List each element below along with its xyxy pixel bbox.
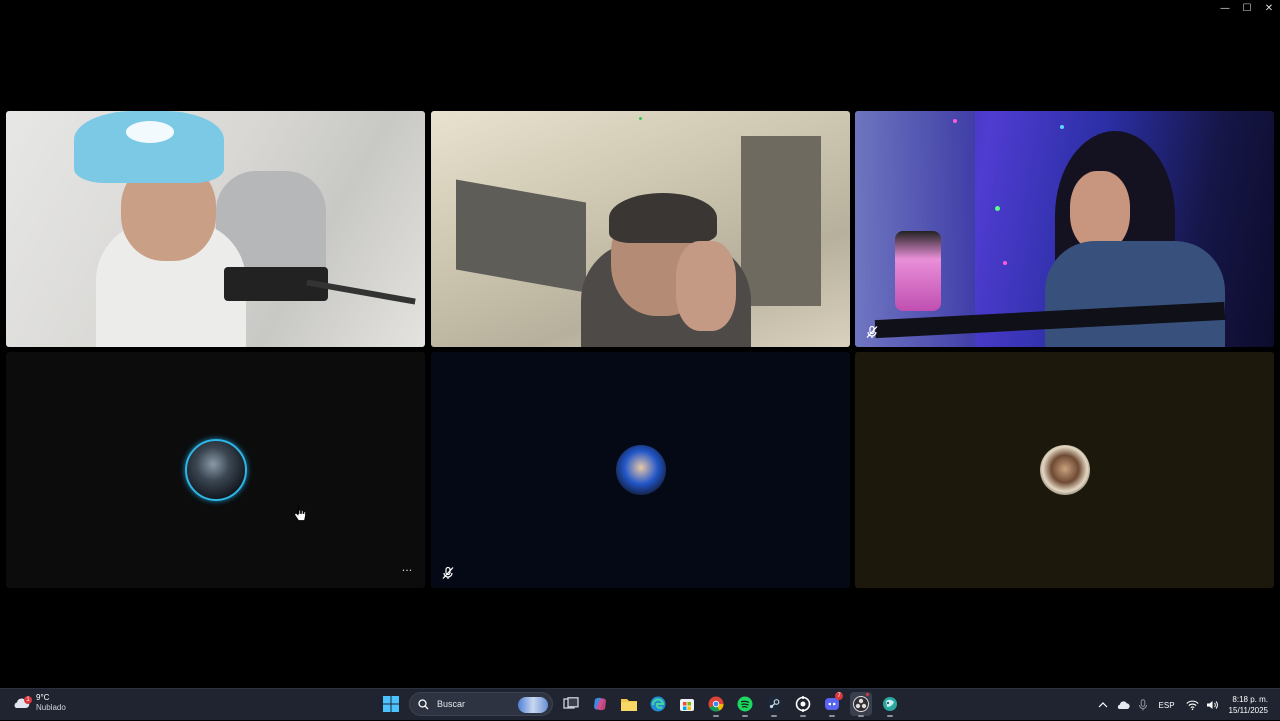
taskbar-apps: Buscar 7 xyxy=(380,692,901,717)
hand-cursor-icon xyxy=(294,505,306,521)
running-indicator xyxy=(742,715,748,717)
task-view-icon[interactable] xyxy=(560,692,582,716)
taskbar-search[interactable]: Buscar xyxy=(409,692,553,716)
running-indicator xyxy=(829,715,835,717)
chevron-up-icon[interactable] xyxy=(1093,695,1113,715)
participant-grid: ··· xyxy=(6,111,1275,589)
taskbar: 1 9°C Nublado Buscar 7 ESP 8:18 p. m. 15… xyxy=(0,688,1280,720)
onedrive-cloud-icon[interactable] xyxy=(1113,695,1133,715)
participant-avatar xyxy=(1039,445,1090,495)
participant-avatar-tile-4[interactable]: ··· xyxy=(6,352,425,588)
system-tray: ESP 8:18 p. m. 15/11/2025 xyxy=(1093,689,1280,721)
participant-video-tile-1[interactable] xyxy=(6,111,425,347)
search-placeholder: Buscar xyxy=(437,699,466,709)
windows-start-icon[interactable] xyxy=(380,692,402,716)
volume-icon[interactable] xyxy=(1203,695,1223,715)
app-icon[interactable] xyxy=(792,692,814,717)
close-button[interactable]: ✕ xyxy=(1258,0,1280,16)
discord-notification-badge: 7 xyxy=(835,692,843,700)
wifi-icon[interactable] xyxy=(1183,695,1203,715)
participant-avatar-tile-6[interactable] xyxy=(855,352,1274,588)
participant-video-feed xyxy=(855,111,1274,347)
copilot-icon[interactable] xyxy=(589,692,611,716)
edge-icon[interactable] xyxy=(647,692,669,716)
clock-date: 15/11/2025 xyxy=(1228,706,1268,715)
participant-video-tile-2[interactable] xyxy=(431,111,850,347)
microsoft-store-icon[interactable] xyxy=(676,692,698,716)
minimize-button[interactable]: — xyxy=(1214,0,1236,16)
cloud-icon: 1 xyxy=(12,696,32,710)
app-icon-2[interactable] xyxy=(879,692,901,717)
steam-icon[interactable] xyxy=(763,692,785,717)
window-controls: — ☐ ✕ xyxy=(1214,0,1280,16)
call-window: — ☐ ✕ ··· xyxy=(0,0,1280,688)
clock[interactable]: 8:18 p. m. 15/11/2025 xyxy=(1229,694,1268,716)
participant-video-feed xyxy=(6,111,425,347)
participant-video-feed xyxy=(431,111,850,347)
file-explorer-icon[interactable] xyxy=(618,692,640,716)
participant-avatar-tile-5[interactable] xyxy=(431,352,850,588)
search-icon xyxy=(418,698,429,709)
running-indicator xyxy=(858,715,864,717)
running-indicator xyxy=(800,715,806,717)
weather-alert-badge: 1 xyxy=(24,696,32,704)
chrome-icon[interactable] xyxy=(705,692,727,717)
clock-time: 8:18 p. m. xyxy=(1232,695,1268,704)
weather-temperature: 9°C xyxy=(36,693,50,702)
muted-microphone-icon xyxy=(442,566,454,579)
weather-condition: Nublado xyxy=(36,703,66,712)
running-indicator xyxy=(887,715,893,717)
running-indicator xyxy=(713,715,719,717)
spotify-icon[interactable] xyxy=(734,692,756,717)
language-indicator[interactable]: ESP xyxy=(1159,701,1175,710)
running-indicator xyxy=(771,715,777,717)
active-speaker-indicator xyxy=(639,117,642,120)
more-options-button[interactable]: ··· xyxy=(397,565,417,580)
obs-icon[interactable] xyxy=(850,692,872,717)
muted-microphone-icon xyxy=(866,325,878,338)
participant-avatar xyxy=(615,445,666,495)
recording-indicator xyxy=(866,693,869,696)
microphone-icon[interactable] xyxy=(1133,695,1153,715)
maximize-button[interactable]: ☐ xyxy=(1236,0,1258,16)
discord-icon[interactable]: 7 xyxy=(821,692,843,717)
weather-widget[interactable]: 1 9°C Nublado xyxy=(12,693,66,713)
participant-video-tile-3[interactable] xyxy=(855,111,1274,347)
search-highlight-icon xyxy=(518,697,548,713)
participant-avatar xyxy=(184,439,247,501)
